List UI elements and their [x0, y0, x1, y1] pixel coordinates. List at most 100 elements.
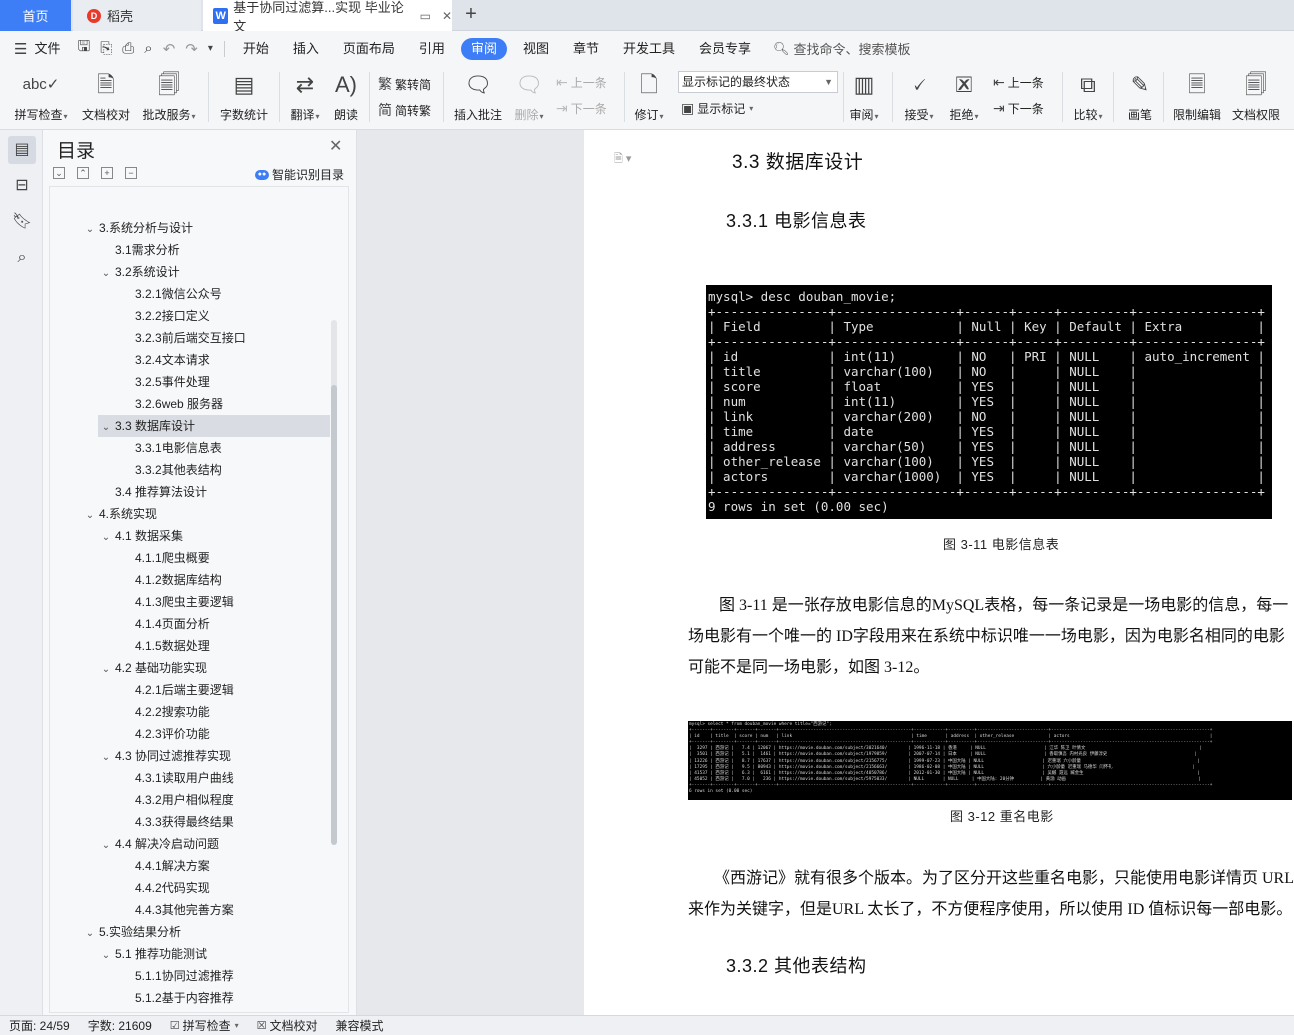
chevron-down-icon[interactable]: ⌄ — [84, 505, 96, 527]
toc-item[interactable]: ⌄ 5.1 推荐功能测试 — [100, 943, 207, 965]
toc-item[interactable]: 4.1.4页面分析 — [132, 613, 210, 635]
toc-item[interactable]: ⌄ 5.实验结果分析 — [84, 921, 181, 943]
chevron-down-icon[interactable]: ⌄ — [100, 527, 112, 549]
tab-document[interactable]: W 基于协同过滤算...实现 毕业论文 ▭ ✕ — [203, 0, 452, 34]
word-count-button[interactable]: ▤ 字数统计 — [218, 70, 270, 123]
preview-icon[interactable]: ⌕ — [139, 40, 157, 57]
export-icon[interactable]: ⎘ — [95, 40, 117, 57]
save-icon[interactable]: 🖫 — [72, 36, 95, 61]
toc-item[interactable]: ⌄ 3.系统分析与设计 — [84, 217, 193, 239]
toc-item[interactable]: 3.2.2接口定义 — [132, 305, 210, 327]
command-search[interactable]: 🔍︎ 查找命令、搜索模板 — [763, 39, 911, 58]
toc-item[interactable]: ⌄ 3.3 数据库设计 — [98, 415, 330, 437]
spell-check-button[interactable]: abc✓ 拼写检查▾ — [10, 70, 72, 123]
chevron-down-icon[interactable]: ⌄ — [84, 219, 96, 241]
chevron-down-icon[interactable]: ⌄ — [100, 945, 112, 967]
expand-up-icon[interactable]: ⌃ — [77, 167, 89, 179]
doc-permission-button[interactable]: 🗐 文档权限 — [1229, 70, 1283, 123]
menu-reference[interactable]: 引用 — [407, 38, 457, 60]
toc-item[interactable]: ⌄ 4.1 数据采集 — [100, 525, 183, 547]
menu-chapter[interactable]: 章节 — [561, 38, 611, 60]
toc-item[interactable]: 5.1.1协同过滤推荐 — [132, 965, 234, 987]
smart-toc-button[interactable]: ●● 智能识别目录 — [255, 166, 344, 183]
menu-file[interactable]: 文件 — [32, 38, 72, 60]
toc-item[interactable]: 3.2.4文本请求 — [132, 349, 210, 371]
toc-item[interactable]: 4.1.2数据库结构 — [132, 569, 222, 591]
toc-panel-icon[interactable]: ▤ — [8, 136, 36, 164]
chevron-down-icon[interactable]: ⌄ — [100, 417, 112, 439]
hamburger-icon[interactable]: ☰ — [0, 40, 32, 58]
toc-item[interactable]: ⌄ 4.2 基础功能实现 — [100, 657, 207, 679]
word-count[interactable]: 字数: 21609 — [79, 1017, 161, 1034]
batch-service-button[interactable]: 🗐 批改服务▾ — [139, 70, 199, 123]
translate-button[interactable]: ⇄ 翻译▾ — [286, 70, 324, 123]
search-icon[interactable]: ⌕ — [8, 244, 36, 272]
toc-item[interactable]: 4.4.3其他完善方案 — [132, 899, 234, 921]
trad-to-simp-button[interactable]: 繁 繁转简 — [378, 74, 431, 94]
toc-item[interactable]: 4.2.1后端主要逻辑 — [132, 679, 234, 701]
remove-heading-icon[interactable]: − — [125, 167, 137, 179]
toc-item[interactable]: 3.4 推荐算法设计 — [100, 481, 207, 503]
menu-view[interactable]: 视图 — [511, 38, 561, 60]
chevron-down-icon[interactable]: ⌄ — [84, 923, 96, 945]
chevron-down-icon[interactable]: ⌄ — [100, 659, 112, 681]
structure-icon[interactable]: ⊟ — [8, 172, 36, 200]
menu-insert[interactable]: 插入 — [281, 38, 331, 60]
toc-item[interactable]: 4.3.3获得最终结果 — [132, 811, 234, 833]
toc-item[interactable]: 4.1.3爬虫主要逻辑 — [132, 591, 234, 613]
toc-item[interactable]: 3.2.3前后端交互接口 — [132, 327, 246, 349]
menu-review[interactable]: 审阅 — [460, 37, 507, 60]
toc-item[interactable]: 4.3.1读取用户曲线 — [132, 767, 234, 789]
read-aloud-button[interactable]: A) 朗读 — [330, 70, 362, 123]
page-count[interactable]: 页面: 24/59 — [0, 1017, 79, 1034]
new-tab-button[interactable]: + — [460, 4, 482, 26]
track-changes-button[interactable]: 🗋 修订▾ — [631, 70, 667, 123]
close-icon[interactable]: ✕ — [329, 136, 342, 156]
prev-comment-button[interactable]: ⇤ 上一条 — [556, 74, 607, 91]
close-tab-icon[interactable]: ✕ — [442, 9, 452, 23]
toc-item[interactable]: ⌄ 4.系统实现 — [84, 503, 157, 525]
toc-item[interactable]: 4.1.1爬虫概要 — [132, 547, 210, 569]
next-comment-button[interactable]: ⇥ 下一条 — [556, 100, 607, 117]
toc-item[interactable]: 4.4.2代码实现 — [132, 877, 210, 899]
accept-button[interactable]: 🗸 接受▾ — [901, 70, 937, 123]
toc-item[interactable]: 3.2.5事件处理 — [132, 371, 210, 393]
toc-item[interactable]: ⌄ 3.2系统设计 — [100, 261, 180, 283]
menu-start[interactable]: 开始 — [231, 38, 281, 60]
print-icon[interactable]: ⎙ — [117, 40, 139, 57]
toc-item[interactable]: 4.4.1解决方案 — [132, 855, 210, 877]
chevron-down-icon[interactable]: ⌄ — [100, 747, 112, 769]
doc-check-button[interactable]: 🗎 文档校对 — [80, 70, 132, 123]
chevron-down-icon[interactable]: ⌄ — [100, 263, 112, 285]
page-layout-icon[interactable]: 🗎 ▾ — [614, 150, 631, 169]
toc-item[interactable]: 4.1.5数据处理 — [132, 635, 210, 657]
show-markup-button[interactable]: ▣ 显示标记 ▾ — [681, 100, 753, 117]
simp-to-trad-button[interactable]: 简 简转繁 — [378, 100, 431, 120]
toc-item[interactable]: 3.3.2其他表结构 — [132, 459, 222, 481]
restrict-edit-button[interactable]: 🗏 限制编辑 — [1170, 70, 1224, 123]
spell-check-status[interactable]: ☑ 拼写检查 ▾ — [161, 1017, 248, 1034]
toc-item[interactable]: 3.2.1微信公众号 — [132, 283, 222, 305]
toc-item[interactable]: 3.1需求分析 — [100, 239, 180, 261]
reject-button[interactable]: 🗷 拒绝▾ — [946, 70, 982, 123]
chevron-down-icon[interactable]: ⌄ — [100, 835, 112, 857]
toc-scrollbar-thumb[interactable] — [331, 385, 337, 845]
doc-check-status[interactable]: ☒ 文档校对 — [248, 1017, 327, 1034]
menu-member[interactable]: 会员专享 — [687, 38, 763, 60]
prev-change-button[interactable]: ⇤ 上一条 — [993, 74, 1044, 91]
review-pane-button[interactable]: ▥ 审阅▾ — [846, 70, 882, 123]
toc-item[interactable]: ⌄ 4.4 解决冷启动问题 — [100, 833, 219, 855]
insert-comment-button[interactable]: 🗨 插入批注 — [452, 70, 504, 123]
next-change-button[interactable]: ⇥ 下一条 — [993, 100, 1044, 117]
toc-item[interactable]: ⌄ 4.3 协同过滤推荐实现 — [100, 745, 231, 767]
pen-button[interactable]: ✎ 画笔 — [1122, 70, 1158, 123]
toc-item[interactable]: 3.2.6web 服务器 — [132, 393, 223, 415]
undo-icon[interactable]: ↶ — [158, 40, 181, 58]
tab-home[interactable]: 首页 — [0, 0, 71, 31]
delete-comment-button[interactable]: 🗨 删除▾ — [511, 70, 547, 123]
toc-item[interactable]: 5.1.2基于内容推荐 — [132, 987, 234, 1009]
compare-button[interactable]: ⧉ 比较▾ — [1070, 70, 1106, 123]
toc-item[interactable]: 4.3.2用户相似程度 — [132, 789, 234, 811]
screen-icon[interactable]: ▭ — [420, 9, 431, 23]
collapse-all-icon[interactable]: ⌄ — [53, 167, 65, 179]
